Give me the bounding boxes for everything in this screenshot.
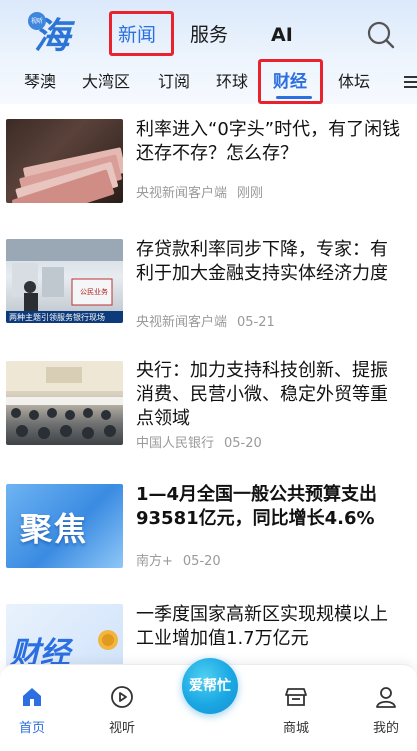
news-source: 中国人民银行 [136,436,215,451]
nav-profile[interactable]: 我的 [356,685,416,736]
news-title[interactable]: 利率进入“0字头”时代，有了闲钱还存不存？怎么存？ [136,118,404,166]
news-thumbnail-money [6,119,123,203]
nav-mall-label: 商城 [282,721,309,736]
money-image-icon [12,147,123,203]
nav-profile-label: 我的 [372,721,399,736]
top-header: 海 视听 新闻 服务 AI 琴澳 大湾区 订阅 环球 财经 体坛 [0,0,417,104]
bank-sign-text: 公民业务 [80,288,108,296]
news-source: 南方+ [136,554,173,569]
news-time: 刚刚 [237,186,264,201]
news-thumbnail-meeting [6,361,123,445]
news-time: 05-21 [237,315,275,330]
news-time: 05-20 [182,554,221,569]
news-meta: 南方+ 05-20 [136,550,221,569]
channel-greater-bay[interactable]: 大湾区 [82,66,130,98]
shop-icon [285,688,307,706]
home-icon [23,688,41,706]
logo-badge: 视听 [28,12,46,30]
bank-image-icon [6,239,123,323]
bank-caption-text: 两种主题引领服务银行现场 [9,313,105,322]
nav-audiovisual-label: 视听 [108,721,135,736]
news-time: 05-20 [224,436,262,451]
focus-badge-text: 聚焦 [20,510,89,548]
news-title[interactable]: 存贷款利率同步下降，专家：有利于加大金融支持实体经济力度 [136,238,404,286]
channel-sports[interactable]: 体坛 [338,66,370,98]
nav-audiovisual[interactable]: 视听 [92,685,152,736]
app-logo[interactable]: 海 视听 [28,12,78,58]
tab-ai[interactable]: AI [271,18,293,52]
news-title[interactable]: 1—4月全国一般公共预算支出93581亿元，同比增长4.6% [136,483,404,531]
news-thumbnail-bank: 公民业务 两种主题引领服务银行现场 [6,239,123,323]
help-button[interactable]: 爱帮忙 [182,658,238,714]
highlight-box-finance [258,59,323,104]
news-meta: 中国人民银行 05-20 [136,432,262,451]
coin-icon [98,630,118,650]
channel-subscribe[interactable]: 订阅 [158,66,190,98]
tab-service[interactable]: 服务 [190,18,228,52]
nav-mall[interactable]: 商城 [266,685,326,736]
highlight-box-news [109,11,174,56]
news-source: 央视新闻客户端 [136,186,228,201]
channel-global[interactable]: 环球 [216,66,248,98]
nav-home[interactable]: 首页 [2,685,62,736]
user-icon [376,687,396,708]
news-title[interactable]: 一季度国家高新区实现规模以上工业增加值1.7万亿元 [136,603,404,651]
channel-qinao[interactable]: 琴澳 [24,66,56,98]
news-title[interactable]: 央行：加力支持科技创新、提振消费、民营小微、稳定外贸等重点领域 [136,359,404,431]
news-thumbnail-focus: 聚焦 [6,484,123,568]
news-meta: 央视新闻客户端 05-21 [136,311,275,330]
channel-menu-icon[interactable] [400,74,417,90]
search-icon[interactable] [367,21,395,49]
news-source: 央视新闻客户端 [136,315,228,330]
nav-home-label: 首页 [18,721,45,736]
meeting-image-icon [6,361,123,439]
news-meta: 央视新闻客户端 刚刚 [136,182,263,201]
play-icon [111,686,133,708]
